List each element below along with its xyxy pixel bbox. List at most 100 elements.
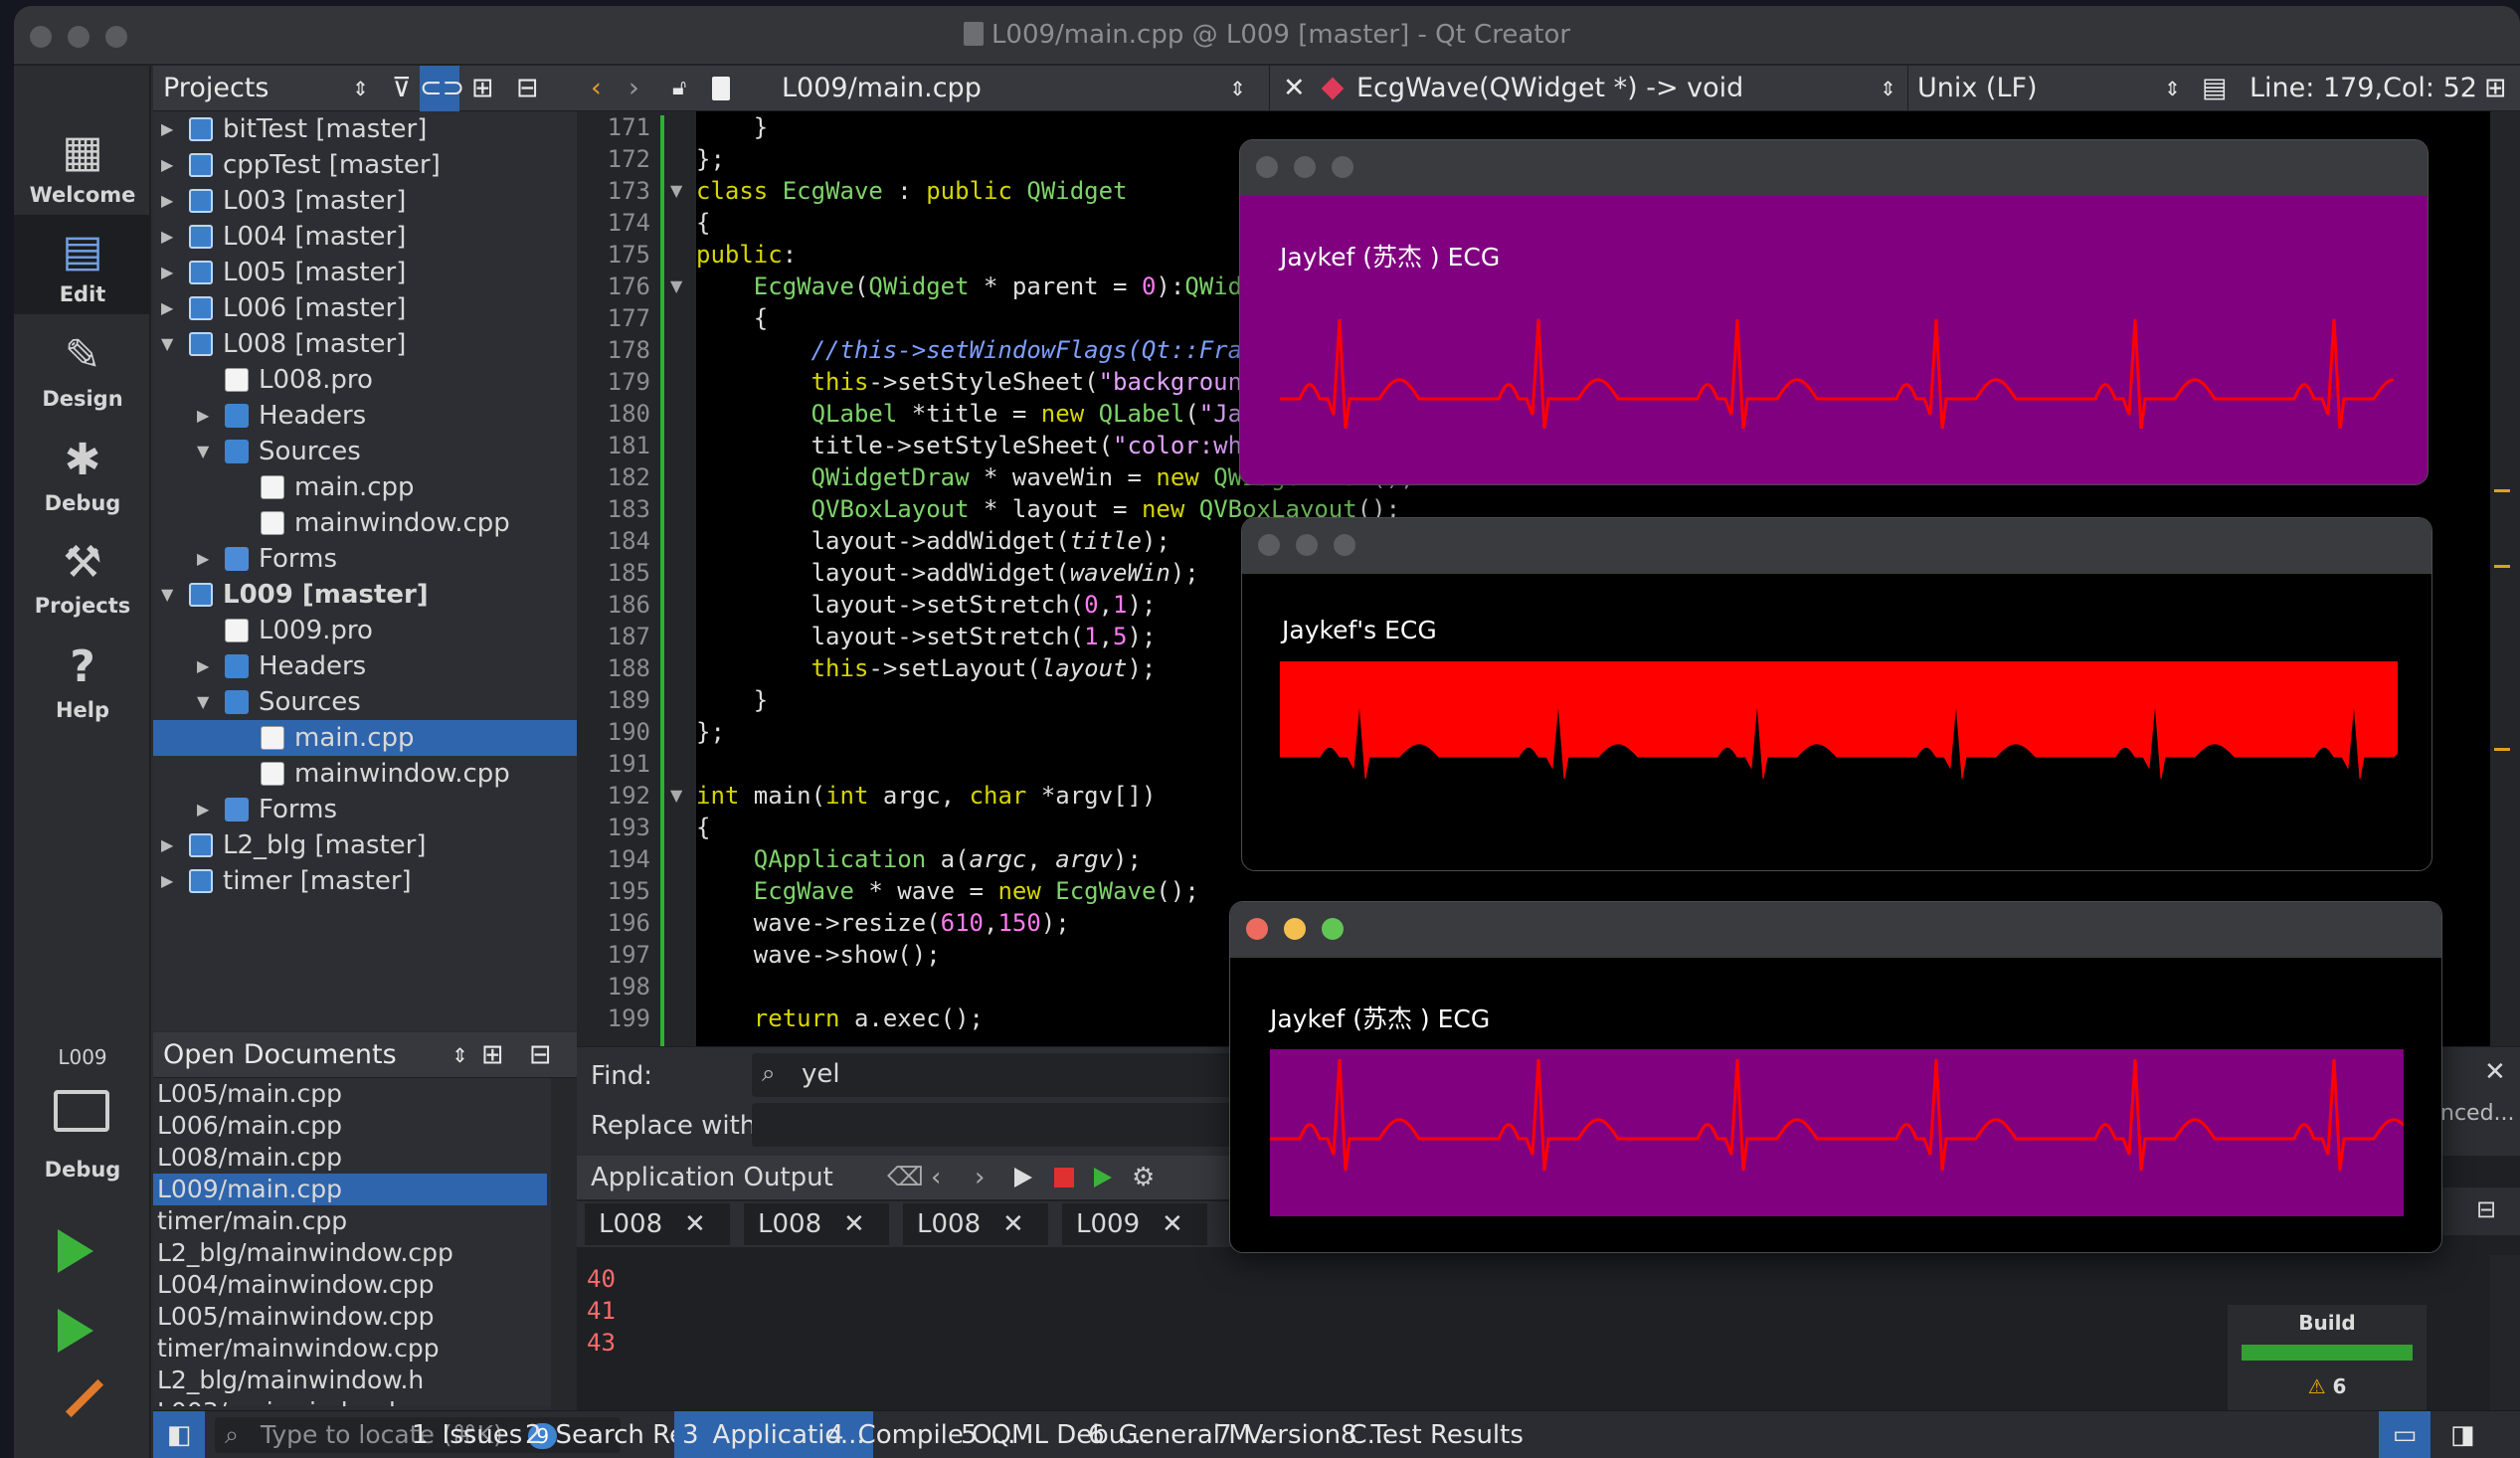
stop-icon[interactable] [1054,1168,1074,1187]
minimize-window-button[interactable] [1284,918,1306,940]
fold-icon[interactable]: ▼ [670,786,682,805]
close-window-button[interactable] [1246,918,1268,940]
tree-item[interactable]: ▶ Headers [153,648,577,684]
chevron-right-icon[interactable]: ▶ [161,111,181,147]
open-document-item[interactable]: L008/main.cpp [153,1142,547,1174]
toggle-right-sidebar-icon[interactable]: ◨ [2450,1411,2475,1458]
prev-output-icon[interactable]: ‹ [931,1156,941,1199]
tree-item[interactable]: mainwindow.cpp [153,756,577,792]
updown-arrows-icon[interactable]: ⇕ [451,1032,468,1078]
open-document-item[interactable]: timer/main.cpp [153,1205,547,1237]
tree-item[interactable]: ▶ L006 [master] [153,290,577,326]
tree-item[interactable]: ▼ L009 [master] [153,577,577,613]
close-window-button[interactable] [1256,156,1278,178]
tree-item[interactable]: ▶ Forms [153,541,577,577]
tree-item[interactable]: main.cpp [153,720,577,756]
output-tab[interactable]: L009 ✕ [1062,1203,1207,1245]
line-ending-selector[interactable]: Unix (LF) [1917,66,2038,111]
tree-item[interactable]: ▶ L005 [master] [153,255,577,290]
minimize-window-button[interactable] [1294,156,1316,178]
ecg-window-2[interactable]: Jaykef's ECG [1241,517,2432,871]
close-document-icon[interactable]: ✕ [1283,66,1306,111]
attach-debugger-icon[interactable] [1094,1168,1112,1187]
chevron-right-icon[interactable]: ▶ [197,541,217,577]
tree-item[interactable]: ▼ Sources [153,684,577,720]
tree-item[interactable]: ▶ Forms [153,792,577,827]
tree-item[interactable]: ▶ L004 [master] [153,219,577,255]
mode-projects[interactable]: ⚒ Projects [14,526,151,626]
debug-run-button[interactable] [58,1309,93,1353]
output-tab[interactable]: L008 ✕ [585,1203,730,1245]
filter-icon[interactable]: ⊽ [392,66,412,111]
tree-item[interactable]: L009.pro [153,613,577,648]
tree-item[interactable]: ▼ L008 [master] [153,326,577,362]
build-hammer-button[interactable] [65,1378,104,1418]
chevron-right-icon[interactable]: ▶ [161,290,181,326]
output-tab[interactable]: L008 ✕ [903,1203,1048,1245]
cursor-position[interactable]: Line: 179,Col: 52 [2250,66,2477,111]
output-pane-tab[interactable]: 8 Test Results [1333,1411,1531,1458]
output-tab[interactable]: L008 ✕ [744,1203,889,1245]
fold-icon[interactable]: ▼ [670,276,682,295]
tree-item[interactable]: mainwindow.cpp [153,505,577,541]
open-document-item[interactable]: L006/main.cpp [153,1110,547,1142]
editor-scrollbar[interactable] [2490,111,2520,1046]
mode-debug[interactable]: ✱ Debug [14,424,151,523]
split-icon[interactable]: ⊞ [2484,66,2507,111]
close-pane-icon[interactable]: ⊟ [2476,1195,2496,1223]
open-document-item[interactable]: L2_blg/mainwindow.h [153,1365,547,1396]
chevron-right-icon[interactable]: ▶ [161,255,181,290]
chevron-right-icon[interactable]: ▶ [197,398,217,434]
forward-arrow-icon[interactable]: › [629,66,639,111]
toggle-output-pane-icon[interactable]: ▭ [2379,1411,2430,1458]
rerun-icon[interactable] [1014,1168,1032,1187]
chevron-down-icon[interactable]: ▼ [197,684,217,720]
mode-help[interactable]: ? Help [14,631,151,730]
clear-output-icon[interactable]: ⌫ [887,1156,924,1199]
advanced-options-button[interactable]: nced... [2440,1101,2515,1126]
lock-icon[interactable]: 🔓︎ [672,66,686,111]
chevron-down-icon[interactable]: ▼ [161,577,181,613]
ecg-window-1[interactable]: Jaykef (苏杰 ) ECG [1239,139,2429,485]
run-button[interactable] [58,1229,93,1273]
mode-design[interactable]: ✎ Design [14,319,151,419]
open-documents-scrollbar[interactable] [551,1078,577,1410]
chevron-right-icon[interactable]: ▶ [161,827,181,863]
open-document-item[interactable]: timer/mainwindow.cpp [153,1333,547,1365]
updown-arrows-icon[interactable]: ⇕ [1880,66,1896,111]
open-document-item[interactable]: L2_blg/mainwindow.cpp [153,1237,547,1269]
chevron-down-icon[interactable]: ▼ [161,326,181,362]
close-pane-icon[interactable]: ⊟ [516,66,539,111]
chevron-right-icon[interactable]: ▶ [161,219,181,255]
output-scrollbar[interactable] [2490,1255,2520,1414]
close-window-button[interactable] [1258,534,1280,556]
minimize-window-button[interactable] [1296,534,1318,556]
replace-input[interactable] [752,1103,1249,1147]
gear-icon[interactable]: ⚙ [1132,1156,1155,1199]
close-tab-icon[interactable]: ✕ [1162,1203,1183,1245]
mode-welcome[interactable]: ▦ Welcome [14,115,151,215]
open-document-item[interactable]: L003/mainwindow.h [153,1396,547,1406]
close-tab-icon[interactable]: ✕ [1002,1203,1024,1245]
open-document-item[interactable]: L005/main.cpp [153,1078,547,1110]
zoom-window-button[interactable] [1322,918,1344,940]
chevron-down-icon[interactable]: ▼ [197,434,217,469]
fold-icon[interactable]: ▼ [670,181,682,200]
open-document-item[interactable]: L005/mainwindow.cpp [153,1301,547,1333]
tree-item[interactable]: ▶ L003 [master] [153,183,577,219]
updown-arrows-icon[interactable]: ⇕ [352,66,369,111]
build-progress[interactable]: Build ⚠ 6 [2228,1305,2427,1418]
toggle-sidebar-icon[interactable]: ◧ [153,1411,205,1458]
close-pane-icon[interactable]: ⊟ [529,1032,552,1078]
back-arrow-icon[interactable]: ‹ [591,66,602,111]
updown-arrows-icon[interactable]: ⇕ [2164,66,2181,111]
next-output-icon[interactable]: › [975,1156,985,1199]
current-file-selector[interactable]: L009/main.cpp [782,66,982,111]
updown-arrows-icon[interactable]: ⇕ [1229,66,1246,111]
open-document-item[interactable]: L004/mainwindow.cpp [153,1269,547,1301]
tree-item[interactable]: ▶ cppTest [master] [153,147,577,183]
chevron-right-icon[interactable]: ▶ [197,792,217,827]
tree-item[interactable]: ▶ L2_blg [master] [153,827,577,863]
close-tab-icon[interactable]: ✕ [684,1203,706,1245]
close-tab-icon[interactable]: ✕ [843,1203,865,1245]
